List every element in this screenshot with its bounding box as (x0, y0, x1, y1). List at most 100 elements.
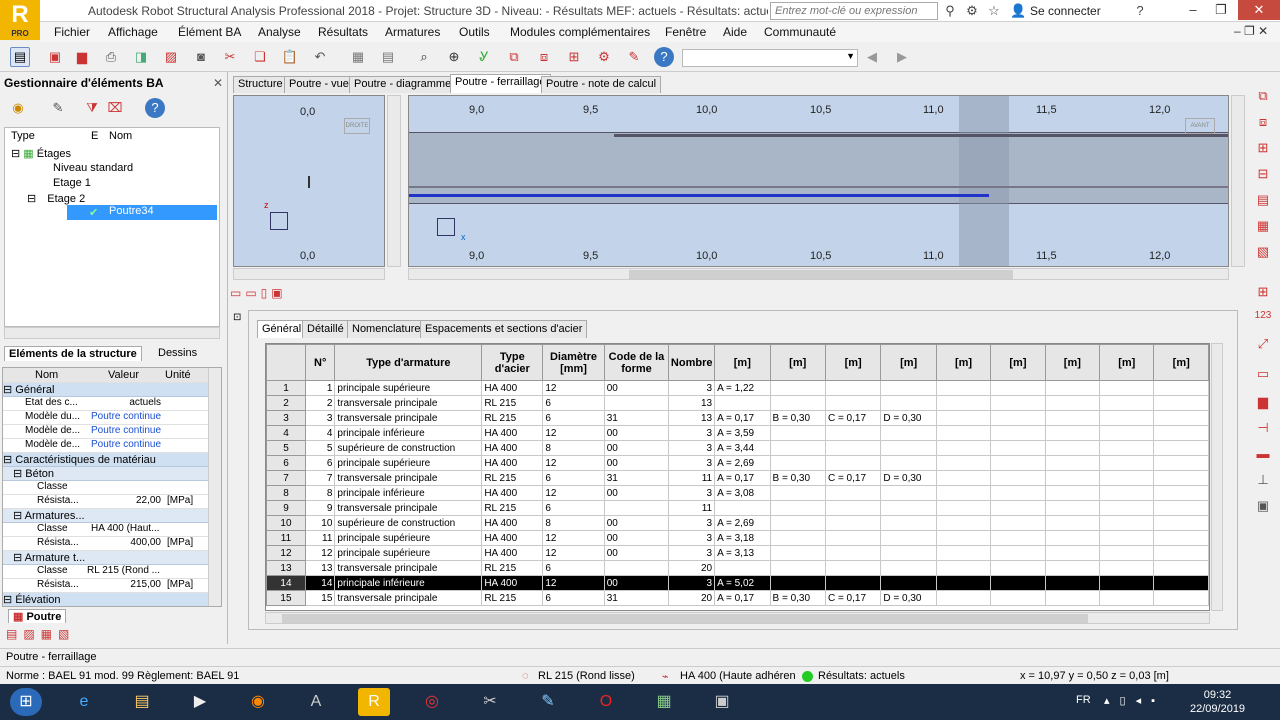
table-cell[interactable] (1153, 380, 1209, 396)
table-cell[interactable] (769, 440, 826, 456)
table-cell[interactable]: principale supérieure (334, 455, 483, 471)
row-header[interactable]: 1 (266, 380, 306, 396)
table-row[interactable]: 13 13 transversale principale RL 215 6 20 (266, 560, 1209, 576)
prop-value[interactable]: 215,00 (85, 579, 161, 590)
table-cell[interactable]: HA 400 (481, 455, 544, 471)
table-cell[interactable] (935, 395, 992, 411)
table-cell[interactable] (1044, 485, 1101, 501)
tab-espacements[interactable]: Espacements et sections d'acier (420, 320, 588, 338)
table-cell[interactable]: 00 (603, 515, 670, 531)
rebar-tool-icon[interactable]: ⊣ (1253, 420, 1273, 440)
table-cell[interactable]: A = 3,44 (714, 440, 771, 456)
table-cell[interactable]: D = 0,30 (880, 590, 937, 606)
table-cell[interactable] (769, 455, 826, 471)
table-cell[interactable] (990, 560, 1046, 576)
column-header[interactable]: [m] (880, 344, 937, 381)
undo-icon[interactable]: ↶ (310, 47, 330, 67)
table-cell[interactable]: HA 400 (481, 440, 544, 456)
table-cell[interactable]: 00 (603, 545, 670, 561)
table-cell[interactable] (990, 590, 1046, 606)
table-cell[interactable] (1099, 515, 1155, 531)
tree-item-etage1[interactable]: Etage 1 (53, 177, 91, 189)
table-cell[interactable]: RL 215 (481, 590, 544, 606)
menu-communaute[interactable]: Communauté (764, 25, 836, 39)
table-cell[interactable] (990, 455, 1046, 471)
table-cell[interactable] (1099, 590, 1155, 606)
table-row[interactable]: 9 9 transversale principale RL 215 6 11 (266, 500, 1209, 516)
table-cell[interactable] (769, 485, 826, 501)
table-cell[interactable]: transversale principale (334, 500, 483, 516)
tab-poutre[interactable]: ▦ Poutre (8, 609, 67, 623)
rebar-tool-icon[interactable]: ▣ (1253, 498, 1273, 518)
table-cell[interactable] (824, 425, 882, 441)
table-cell[interactable]: 00 (603, 425, 670, 441)
menu-armatures[interactable]: Armatures (385, 25, 440, 39)
table-cell[interactable]: 31 (603, 410, 670, 426)
menu-resultats[interactable]: Résultats (318, 25, 368, 39)
table-cell[interactable] (880, 485, 937, 501)
save-icon[interactable]: ▆ (72, 47, 92, 67)
table-cell[interactable] (603, 560, 670, 576)
table-cell[interactable]: 3 (668, 425, 716, 441)
column-header[interactable]: [m] (1044, 344, 1101, 381)
selection-combo[interactable]: ▼ (682, 49, 858, 67)
table-cell[interactable] (1044, 440, 1101, 456)
table-cell[interactable] (990, 485, 1046, 501)
media-icon[interactable]: ▶ (184, 688, 216, 716)
table-cell[interactable] (880, 575, 937, 591)
table-cell[interactable] (1153, 410, 1209, 426)
table-cell[interactable] (1153, 515, 1209, 531)
table-cell[interactable] (935, 455, 992, 471)
table-cell[interactable]: 31 (603, 470, 670, 486)
app2-icon[interactable]: ▣ (706, 688, 738, 716)
properties-grid[interactable]: Nom Valeur Unité ⊟ Général Etat des c...… (2, 367, 222, 607)
row-header[interactable]: 9 (266, 500, 306, 516)
binoculars-icon[interactable]: ⚲ (942, 3, 958, 19)
app-logo[interactable]: R PRO (0, 0, 40, 40)
menu-outils[interactable]: Outils (459, 25, 490, 39)
table-cell[interactable] (1099, 410, 1155, 426)
tree-scrollbar[interactable] (4, 327, 220, 339)
table-cell[interactable] (1153, 425, 1209, 441)
table-cell[interactable] (1099, 530, 1155, 546)
table-cell[interactable]: 00 (603, 575, 670, 591)
table-cell[interactable]: 3 (668, 455, 716, 471)
rebar-tool-icon[interactable]: ▧ (1253, 244, 1273, 264)
tab-poutre-ferraillage[interactable]: Poutre - ferraillage (450, 74, 551, 93)
prop-value[interactable]: RL 215 (Rond ... (87, 565, 160, 576)
table-cell[interactable]: 00 (603, 485, 670, 501)
table-row[interactable]: 11 11 principale supérieure HA 400 12 00 3 A = … (266, 530, 1209, 546)
ie-icon[interactable]: e (68, 688, 100, 716)
table-cell[interactable] (1099, 440, 1155, 456)
tab-poutre-diagrammes[interactable]: Poutre - diagrammes (349, 76, 462, 93)
prev-arrow-icon[interactable]: ◀ (862, 47, 882, 67)
table-cell[interactable]: A = 2,69 (714, 515, 771, 531)
numbering-icon[interactable]: 123 (1253, 310, 1273, 330)
element-tree[interactable]: Type E Nom ⊟ ▦ Étages Niveau standard Et… (4, 127, 220, 327)
table-cell[interactable]: principale supérieure (334, 545, 483, 561)
table-cell[interactable]: 31 (603, 590, 670, 606)
table-cell[interactable] (769, 380, 826, 396)
table-cell[interactable]: transversale principale (334, 470, 483, 486)
copy-icon[interactable]: ❏ (250, 47, 270, 67)
table-cell[interactable]: transversale principale (334, 395, 483, 411)
row-header[interactable]: 14 (266, 575, 306, 591)
export-icon[interactable]: ▨ (161, 47, 181, 67)
table-cell[interactable] (603, 395, 670, 411)
table-cell[interactable] (769, 515, 826, 531)
table-row[interactable]: 7 7 transversale principale RL 215 6 31 11 A = … (266, 470, 1209, 486)
column-header[interactable]: [m] (769, 344, 826, 381)
row-header[interactable]: 3 (266, 410, 306, 426)
table-cell[interactable] (990, 425, 1046, 441)
network-icon[interactable]: ⚙ (964, 3, 980, 19)
table-cell[interactable]: principale inférieure (334, 575, 483, 591)
table-cell[interactable] (935, 410, 992, 426)
firefox-icon[interactable]: ◉ (242, 688, 274, 716)
tree-item-niveau[interactable]: Niveau standard (53, 162, 133, 174)
table-row[interactable]: 1 1 principale supérieure HA 400 12 00 3 A = 1,… (266, 380, 1209, 396)
table-cell[interactable]: 15 (304, 590, 336, 606)
table-cell[interactable] (880, 455, 937, 471)
table-cell[interactable]: A = 2,69 (714, 455, 771, 471)
table-cell[interactable]: 11 (304, 530, 336, 546)
login-link[interactable]: Se connecter (1030, 4, 1101, 18)
